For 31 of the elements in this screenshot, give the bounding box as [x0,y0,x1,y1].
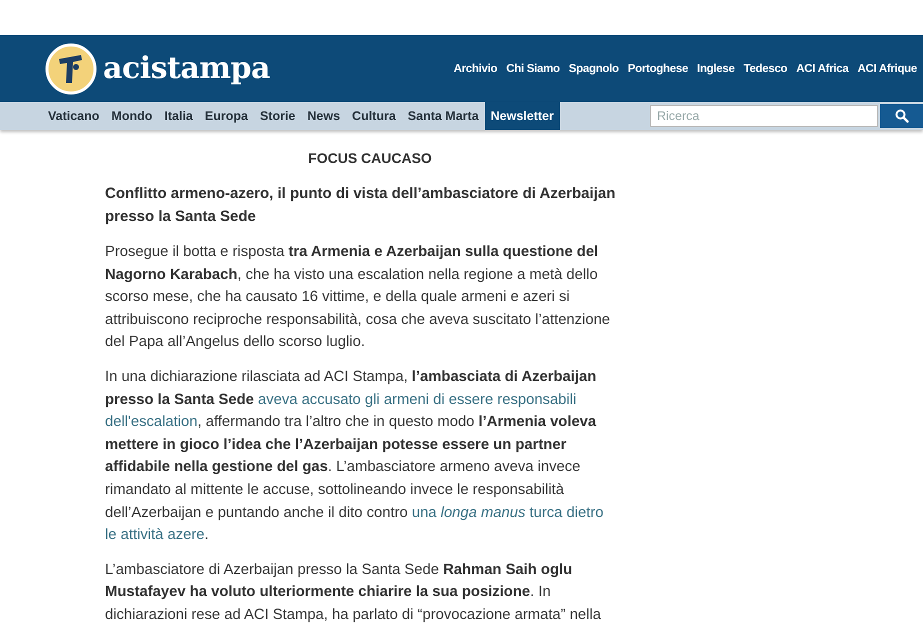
inline-link[interactable]: una longa manus turca dietro [412,504,604,521]
nav-item[interactable]: Storie [254,102,302,130]
nav-item[interactable]: News [301,102,346,130]
article-paragraph: In una dichiarazione rilasciata ad ACI Stampa, l’ambasciata di Azerbaijan presso la Santa Sede aveva accusato gli armeni di essere responsabili dell'escalation, affermando tra l’altro che in questo modo l’Armenia voleva mettere in gioco l’idea che l’Azerbaijan potesse essere un partner affidabile nella gestione del gas. L’ambasciatore armeno aveva invece rimandato al mittente le accuse, sottolineando invece le responsabilità dell’Azerbaijan e puntando anche il dito contro una longa manus turca dietro le attività azere. [105,368,605,546]
article-paragraph: Prosegue il botta e risposta tra Armenia e Azerbaijan sulla questione del Nagorno Karabach, che ha visto una escalation nella regione a metà dello scorso mese, che ha causato 16 vittime, e della quale armeni e azeri si attribuiscono reciproche responsabilità, cosa che aveva suscitato l’attenzione del Papa all’Angelus dello scorso luglio. [105,243,612,352]
logo-icon[interactable] [45,42,97,94]
search-icon [894,109,908,123]
header-link[interactable]: Inglese [697,62,735,74]
nav-item[interactable]: Mondo [105,102,158,130]
site-logo-text[interactable]: acistampa [103,51,270,86]
nav-item[interactable]: Newsletter [484,102,560,130]
inline-link[interactable]: dell'escalation [105,414,198,430]
section-heading: FOCUS CAUCASO [307,150,433,166]
header-link[interactable]: ACI Afrique [857,62,917,74]
nav-item[interactable]: Santa Marta [402,102,485,130]
header-link[interactable]: ACI Africa [796,62,848,74]
nav-item[interactable]: Vaticano [42,102,106,130]
nav-item[interactable]: Cultura [346,102,402,130]
header-link[interactable]: Chi Siamo [506,62,560,74]
nav-item[interactable]: Italia [158,102,199,130]
header-link[interactable]: Portoghese [628,62,688,74]
header-link[interactable]: Archivio [454,62,498,74]
nav-item[interactable]: Europa [198,102,254,130]
inline-link[interactable]: aveva accusato gli armeni di essere responsabili [258,392,576,408]
search-field[interactable]: Ricerca [650,105,878,127]
article-paragraph: L’ambasciatore di Azerbaijan presso la Santa Sede Rahman Saih oglu Mustafayev ha voluto ulteriormente chiarire la sua posizione. In dichiarazioni rese ad ACI Stampa, ha parlato di “provocazione armata” nella [105,560,602,625]
header-link[interactable]: Tedesco [744,62,788,74]
header-link[interactable]: Spagnolo [568,62,619,74]
article-title: Conflitto armeno-azero, il punto di vista dell’ambasciatore di Azerbaijan presso la Santa Sede [105,184,616,226]
search-button[interactable] [880,104,923,128]
inline-link[interactable]: le attività azere [105,527,205,544]
